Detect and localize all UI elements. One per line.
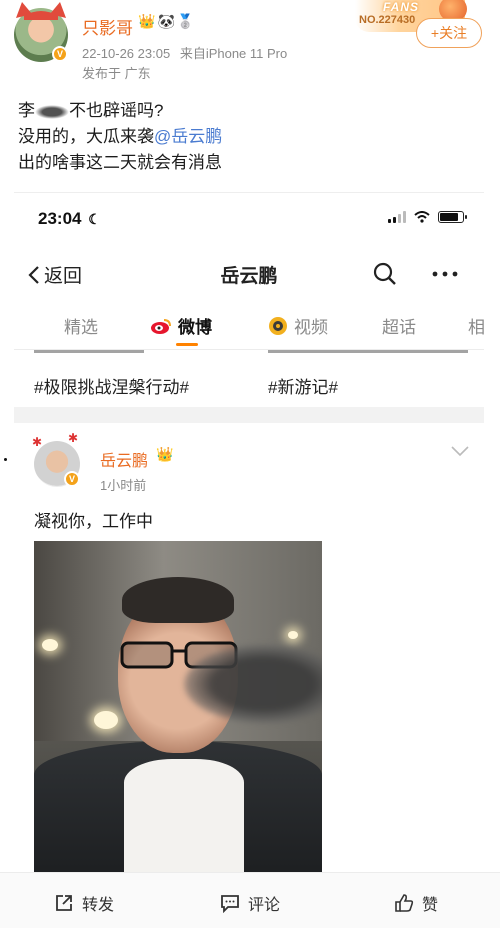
battery-icon (438, 211, 467, 223)
user-badges: 👑 🐼 🥈 (138, 14, 194, 30)
cat-ears-icon (16, 2, 66, 20)
clipped-topic-row (34, 350, 474, 356)
search-icon[interactable] (372, 261, 398, 287)
chevron-down-icon[interactable] (450, 445, 470, 457)
verified-badge-icon: V (64, 471, 80, 487)
username[interactable]: 只影哥 (82, 14, 133, 39)
redaction-scribble (35, 104, 69, 119)
fans-label: FANS (383, 0, 420, 14)
tab-album[interactable]: 相 (468, 313, 484, 338)
comment-icon (221, 895, 239, 913)
post-text-segment: 不也辟谣吗? (69, 101, 164, 120)
post-source: 来自iPhone 11 Pro (179, 46, 288, 61)
tab-weibo-label: 微博 (178, 318, 212, 337)
like-label: 赞 (422, 897, 439, 914)
medal-badge-icon: 🥈 (176, 14, 195, 30)
profile-tabs: 精选 微博 视频 超话 相 (14, 307, 484, 347)
mention-link[interactable]: @岳云鹏 (154, 127, 222, 146)
post-text-segment: 李 (18, 101, 35, 120)
repost-icon (56, 895, 72, 911)
wifi-icon (414, 211, 430, 223)
crown-badge-icon: 👑 (156, 447, 174, 463)
inner-user-avatar[interactable]: ✱ ✱ V (32, 431, 80, 487)
tab-video[interactable]: 视频 (268, 313, 328, 338)
status-bar-icons (388, 211, 467, 223)
tab-weibo[interactable]: 微博 (150, 313, 212, 338)
status-bar-time: 23:04 ☾ (38, 209, 101, 229)
action-bar: 转发 评论 赞 (0, 872, 500, 928)
post-text-line-1: 李 不也辟谣吗? (18, 96, 163, 121)
post-photo[interactable] (34, 541, 322, 877)
crown-badge-icon: 👑 (138, 14, 156, 30)
topic-tag-2[interactable]: #新游记# (268, 373, 338, 398)
comment-label: 评论 (248, 897, 281, 914)
repost-button[interactable]: 转发 (54, 891, 114, 915)
like-button[interactable]: 赞 (394, 891, 438, 915)
post-text-line-2: 没用的，大瓜来袭@岳云鹏 (18, 122, 222, 147)
repost-label: 转发 (82, 897, 115, 914)
embedded-screenshot: 23:04 ☾ 返回 岳云鹏 精选 微博 视频 超话 相 #极限挑战涅槃行动# … (14, 192, 484, 928)
tab-video-label: 视频 (294, 318, 328, 337)
verified-badge-icon: V (52, 46, 68, 62)
signal-icon (388, 211, 406, 223)
embedded-nav-bar: 返回 岳云鹏 (14, 253, 484, 297)
post-text-segment: 没用的，大瓜来袭 (18, 127, 154, 146)
follow-button[interactable]: +关注 (416, 18, 482, 48)
status-time-text: 23:04 (38, 209, 82, 228)
inner-post-time: 1小时前 (100, 478, 147, 493)
star-decoration-icon: ✱ (32, 435, 43, 449)
inner-username[interactable]: 岳云鹏 (100, 447, 148, 471)
post-meta: 22-10-26 23:05 来自iPhone 11 Pro (82, 43, 287, 62)
tab-supertopic[interactable]: 超话 (382, 313, 416, 338)
page-title: 岳云鹏 (220, 266, 278, 287)
weibo-logo-icon (151, 318, 171, 334)
stray-dot (4, 458, 7, 461)
more-icon[interactable] (430, 261, 460, 287)
active-tab-indicator (176, 343, 198, 346)
user-avatar[interactable]: V (14, 2, 68, 62)
topic-tag-1[interactable]: #极限挑战涅槃行动# (34, 373, 189, 398)
section-gap (14, 407, 484, 423)
thumbs-up-icon (395, 894, 414, 912)
post-location: 发布于 广东 (82, 66, 151, 81)
fans-number: NO.227430 (359, 14, 416, 26)
moon-icon: ☾ (88, 211, 101, 227)
inner-post-text: 凝视你，工作中 (34, 512, 153, 531)
panda-badge-icon: 🐼 (157, 14, 175, 30)
post-timestamp: 22-10-26 23:05 (82, 46, 171, 61)
tab-featured[interactable]: 精选 (64, 313, 98, 338)
star-decoration-icon: ✱ (68, 431, 79, 445)
comment-button[interactable]: 评论 (220, 891, 280, 915)
post-text-line-3: 出的啥事这二天就会有消息 (18, 153, 222, 172)
video-gold-icon (269, 316, 287, 335)
